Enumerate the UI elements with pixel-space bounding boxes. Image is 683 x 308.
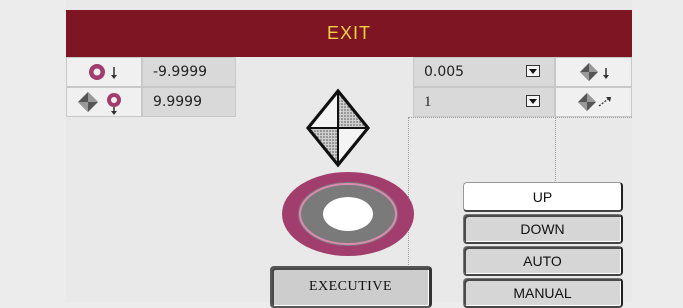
up-button[interactable]: UP	[463, 182, 623, 212]
chevron-down-icon	[529, 68, 537, 74]
diamond-tool-icon	[306, 88, 370, 168]
manual-label: MANUAL	[513, 284, 572, 301]
diamond-down-icon	[579, 63, 609, 81]
executive-label: EXECUTIVE	[308, 279, 393, 294]
guide-line	[555, 117, 556, 187]
exit-button[interactable]: EXIT	[66, 10, 632, 57]
manual-button[interactable]: MANUAL	[463, 278, 623, 308]
diamond-diagonal-button[interactable]	[555, 87, 632, 117]
diamond-down-button[interactable]	[555, 57, 632, 87]
ring-down-icon	[89, 64, 117, 80]
upper-limit-value: 9.9999	[153, 94, 202, 110]
up-label: UP	[532, 188, 553, 205]
down-label: DOWN	[520, 220, 565, 237]
exit-label: EXIT	[326, 23, 371, 43]
lower-limit-field[interactable]: -9.9999	[142, 57, 236, 87]
ring-down-button[interactable]	[66, 57, 142, 87]
auto-button[interactable]: AUTO	[463, 246, 623, 276]
auto-label: AUTO	[523, 252, 562, 269]
lower-limit-value: -9.9999	[153, 64, 208, 80]
step-dropdown-button[interactable]	[526, 65, 540, 77]
multiplier-dropdown-button[interactable]	[526, 95, 540, 107]
down-button[interactable]: DOWN	[463, 214, 623, 244]
diamond-ring-down-icon	[78, 92, 121, 115]
diamond-ring-button[interactable]	[66, 87, 142, 117]
upper-limit-field[interactable]: 9.9999	[142, 87, 236, 117]
ring-tool-icon	[282, 172, 414, 256]
chevron-down-icon	[529, 98, 537, 104]
step-value: 0.005	[424, 64, 465, 80]
diamond-diagonal-icon	[577, 93, 611, 111]
guide-line	[408, 117, 632, 118]
multiplier-value: 1	[424, 93, 432, 110]
